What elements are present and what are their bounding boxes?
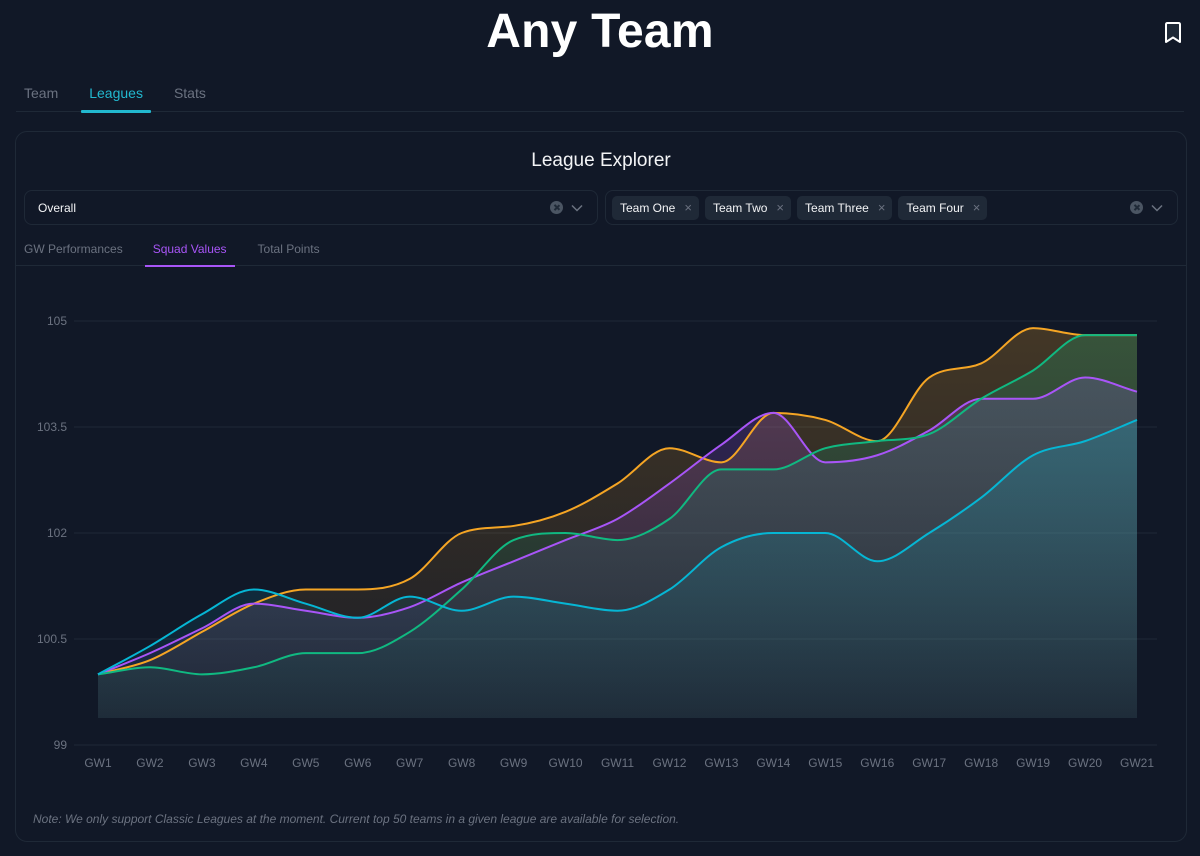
- x-tick-label: GW17: [912, 756, 946, 770]
- x-axis-ticks: GW1 GW2 GW3 GW4 GW5 GW6 GW7 GW8 GW9 GW10 GW11 GW12 G…: [84, 756, 1154, 770]
- x-tick-label: GW3: [188, 756, 216, 770]
- x-tick-label: GW19: [1016, 756, 1050, 770]
- x-tick-label: GW1: [84, 756, 112, 770]
- x-tick-label: GW15: [808, 756, 842, 770]
- x-tick-label: GW6: [344, 756, 372, 770]
- x-tick-label: GW18: [964, 756, 998, 770]
- x-tick-label: GW13: [704, 756, 738, 770]
- squad-values-chart: 99 100.5 102 103.5 105 GW1 GW2 GW3 GW4 GW5 GW6 GW7…: [37, 314, 1157, 770]
- x-tick-label: GW2: [136, 756, 164, 770]
- y-tick-label: 103.5: [37, 420, 67, 434]
- x-tick-label: GW7: [396, 756, 424, 770]
- x-tick-label: GW12: [652, 756, 686, 770]
- x-tick-label: GW9: [500, 756, 528, 770]
- y-tick-label: 102: [47, 526, 67, 540]
- x-tick-label: GW16: [860, 756, 894, 770]
- x-tick-label: GW20: [1068, 756, 1102, 770]
- x-tick-label: GW14: [756, 756, 790, 770]
- x-tick-label: GW11: [601, 756, 634, 770]
- x-tick-label: GW8: [448, 756, 476, 770]
- x-tick-label: GW21: [1120, 756, 1154, 770]
- x-tick-label: GW10: [549, 756, 583, 770]
- y-axis-ticks: 99 100.5 102 103.5 105: [37, 314, 67, 752]
- x-tick-label: GW4: [240, 756, 268, 770]
- series-areas: [98, 328, 1137, 718]
- x-tick-label: GW5: [292, 756, 320, 770]
- y-tick-label: 100.5: [37, 632, 67, 646]
- y-tick-label: 99: [54, 738, 68, 752]
- y-tick-label: 105: [47, 314, 67, 328]
